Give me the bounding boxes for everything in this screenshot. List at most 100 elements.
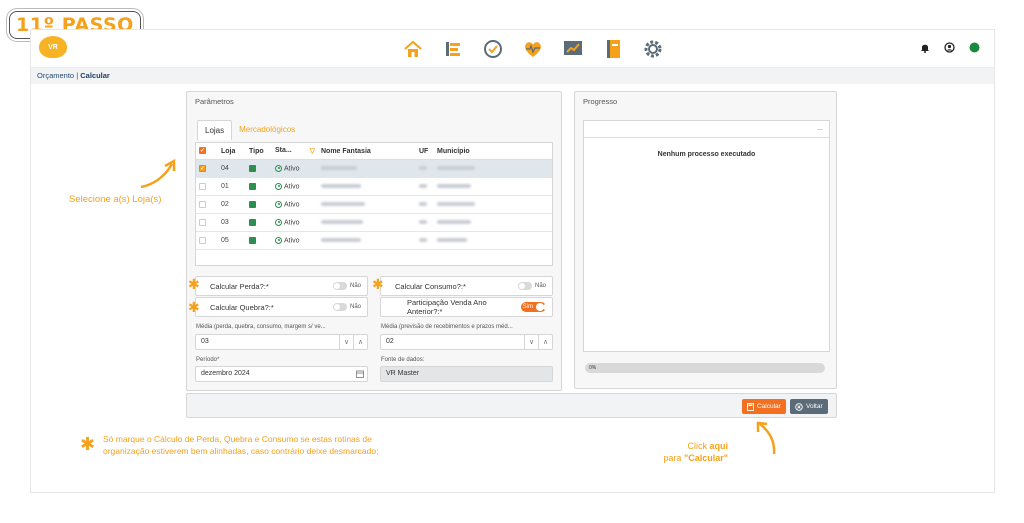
- row-checkbox[interactable]: [199, 182, 206, 190]
- col-status[interactable]: Sta...: [275, 147, 292, 154]
- user-icon[interactable]: [944, 42, 955, 53]
- quebra-toggle-row: Calcular Quebra?:* Não: [195, 297, 368, 317]
- table-row[interactable]: 03 Ativo: [196, 213, 552, 232]
- blurred-city: [437, 166, 475, 171]
- media2-select[interactable]: 02 ∨ ∧: [380, 334, 553, 350]
- blurred-city: [437, 220, 471, 225]
- col-nome-fantasia[interactable]: Nome Fantasia: [318, 143, 416, 160]
- fonte-value: VR Master: [386, 370, 420, 377]
- chevron-down-icon[interactable]: ∨: [339, 335, 353, 349]
- click-line2-prefix: para: [663, 453, 684, 463]
- perda-state: Não: [349, 283, 361, 289]
- periodo-field[interactable]: dezembro 2024: [195, 366, 368, 382]
- arrow-icon: [140, 158, 176, 189]
- store-type-icon: [249, 182, 256, 190]
- cell-status: Ativo: [284, 219, 300, 227]
- stores-table: Loja Tipo Sta... ▽ Nome Fantasia UF Muni…: [196, 143, 552, 250]
- tutorial-screenshot: { "step": "11º PASSO", "logo_text": "VR"…: [0, 0, 1024, 523]
- cell-loja: 03: [218, 213, 246, 232]
- user-area: [920, 42, 980, 53]
- media1-select[interactable]: 03 ∨ ∧: [195, 334, 368, 350]
- settings-gear-icon[interactable]: [642, 38, 664, 60]
- cell-loja: 01: [218, 177, 246, 196]
- progress-bar: 0%: [585, 363, 825, 373]
- note-annotation: Só marque o Cálculo de Perda, Quebra e C…: [103, 433, 378, 457]
- close-circle-icon: [795, 402, 803, 411]
- table-row[interactable]: 04 Ativo: [196, 159, 552, 178]
- calcular-button[interactable]: Calcular: [742, 399, 786, 414]
- col-tipo[interactable]: Tipo: [246, 143, 272, 160]
- col-municipio[interactable]: Município: [434, 143, 552, 160]
- participacao-toggle[interactable]: Sim: [520, 302, 549, 312]
- note-line-2: organização estiverem bem alinhadas, cas…: [103, 446, 379, 456]
- status-icon: [275, 200, 282, 208]
- list-icon[interactable]: [442, 38, 464, 60]
- status-icon: [275, 182, 282, 190]
- chart-icon[interactable]: [562, 38, 584, 60]
- blurred-name: [321, 184, 361, 189]
- cell-status: Ativo: [284, 201, 300, 209]
- table-row[interactable]: 05 Ativo: [196, 231, 552, 250]
- store-type-icon: [249, 236, 256, 244]
- table-row[interactable]: 01 Ativo: [196, 177, 552, 196]
- chevron-up-icon[interactable]: ∧: [353, 335, 367, 349]
- col-uf[interactable]: UF: [416, 143, 434, 160]
- tab-mercadologicos[interactable]: Mercadológicos: [232, 120, 302, 140]
- row-checkbox[interactable]: [199, 200, 206, 208]
- periodo-value: dezembro 2024: [201, 370, 250, 377]
- tab-lojas[interactable]: Lojas: [197, 120, 233, 140]
- fonte-label: Fonte de dados:: [381, 357, 425, 363]
- select-store-annotation: Selecione a(s) Loja(s): [69, 194, 162, 205]
- chevron-up-icon[interactable]: ∧: [538, 335, 552, 349]
- row-checkbox[interactable]: [199, 218, 206, 226]
- perda-toggle[interactable]: Não: [332, 282, 361, 290]
- media2-label: Média (previsão de recebimentos e prazos…: [381, 324, 513, 330]
- perda-toggle-row: Calcular Perda?:* Não: [195, 276, 368, 296]
- media1-label: Média (perda, quebra, consumo, margem s/…: [196, 324, 326, 330]
- app-logo[interactable]: VR: [39, 36, 67, 58]
- table-row[interactable]: 02 Ativo: [196, 195, 552, 214]
- top-navigation: VR: [31, 30, 994, 68]
- consumo-state: Não: [534, 283, 546, 289]
- breadcrumb-current: Calcular: [80, 71, 110, 80]
- home-icon[interactable]: [402, 38, 424, 60]
- row-checkbox[interactable]: [199, 236, 206, 244]
- book-icon[interactable]: [602, 38, 624, 60]
- blurred-city: [437, 184, 471, 189]
- chevron-down-icon[interactable]: ∨: [524, 335, 538, 349]
- cell-status: Ativo: [284, 165, 300, 173]
- blurred-name: [321, 238, 361, 243]
- voltar-button[interactable]: Voltar: [790, 399, 828, 414]
- voltar-label: Voltar: [806, 403, 823, 410]
- module-icons: [402, 38, 664, 60]
- progress-menu[interactable]: ...: [817, 125, 823, 132]
- note-line-1: Só marque o Cálculo de Perda, Quebra e C…: [103, 434, 372, 444]
- progress-percent: 0%: [589, 365, 597, 371]
- stores-table-container: Loja Tipo Sta... ▽ Nome Fantasia UF Muni…: [195, 142, 553, 266]
- cell-loja: 05: [218, 231, 246, 250]
- check-circle-icon[interactable]: [482, 38, 504, 60]
- status-icon: [275, 236, 282, 244]
- breadcrumb-parent[interactable]: Orçamento: [37, 71, 74, 80]
- heart-pulse-icon[interactable]: [522, 38, 544, 60]
- consumo-toggle-row: Calcular Consumo?:* Não: [380, 276, 553, 296]
- blurred-name: [321, 220, 363, 225]
- cell-status: Ativo: [284, 183, 300, 191]
- quebra-toggle[interactable]: Não: [332, 303, 361, 311]
- calcular-label: Calcular: [757, 403, 781, 410]
- media1-value: 03: [201, 338, 209, 345]
- consumo-toggle[interactable]: Não: [517, 282, 546, 290]
- filter-icon[interactable]: ▽: [310, 147, 315, 155]
- col-loja[interactable]: Loja: [218, 143, 246, 160]
- row-checkbox[interactable]: [199, 164, 206, 172]
- bell-icon[interactable]: [920, 42, 930, 53]
- params-tabs: Lojas Mercadológicos: [197, 120, 302, 140]
- arrow-icon: [756, 421, 776, 455]
- blurred-uf: [419, 184, 427, 189]
- quebra-label: Calcular Quebra?:*: [210, 302, 274, 312]
- calendar-icon[interactable]: [353, 367, 367, 381]
- select-all-checkbox[interactable]: [199, 147, 206, 155]
- progress-panel: Progresso ... Nenhum processo executado …: [574, 91, 837, 389]
- cell-status: Ativo: [284, 237, 300, 245]
- status-icon: [275, 218, 282, 226]
